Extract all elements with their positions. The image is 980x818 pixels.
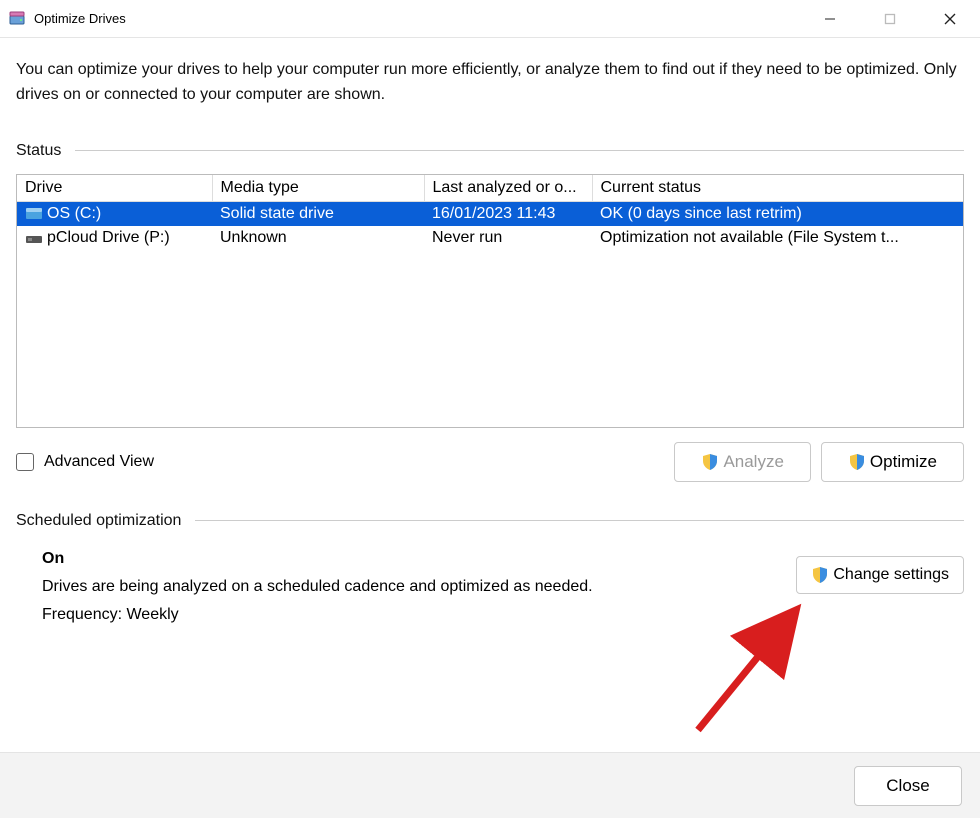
status-section-header: Status bbox=[16, 142, 964, 160]
footer: Close bbox=[0, 752, 980, 818]
change-settings-label: Change settings bbox=[833, 566, 949, 584]
drive-icon bbox=[25, 207, 43, 221]
close-icon bbox=[943, 12, 957, 26]
last-analyzed: 16/01/2023 11:43 bbox=[424, 201, 592, 226]
app-icon bbox=[8, 10, 26, 28]
schedule-desc: Drives are being analyzed on a scheduled… bbox=[42, 578, 796, 596]
shield-icon bbox=[701, 453, 719, 471]
col-media[interactable]: Media type bbox=[212, 175, 424, 202]
shield-icon bbox=[811, 566, 829, 584]
maximize-icon bbox=[884, 13, 896, 25]
media-type: Solid state drive bbox=[212, 201, 424, 226]
maximize-button[interactable] bbox=[860, 0, 920, 37]
advanced-view-label: Advanced View bbox=[44, 453, 154, 471]
change-settings-button[interactable]: Change settings bbox=[796, 556, 964, 594]
drives-table[interactable]: Drive Media type Last analyzed or o... C… bbox=[16, 174, 964, 428]
table-row[interactable]: pCloud Drive (P:) Unknown Never run Opti… bbox=[17, 226, 963, 250]
col-status[interactable]: Current status bbox=[592, 175, 963, 202]
col-last[interactable]: Last analyzed or o... bbox=[424, 175, 592, 202]
close-button[interactable]: Close bbox=[854, 766, 962, 806]
advanced-view-checkbox[interactable] bbox=[16, 453, 34, 471]
scheduled-section-header: Scheduled optimization bbox=[16, 512, 964, 530]
analyze-button[interactable]: Analyze bbox=[674, 442, 810, 482]
media-type: Unknown bbox=[212, 226, 424, 250]
close-window-button[interactable] bbox=[920, 0, 980, 37]
schedule-frequency: Frequency: Weekly bbox=[42, 606, 796, 624]
drive-name: OS (C:) bbox=[47, 205, 101, 223]
table-row[interactable]: OS (C:) Solid state drive 16/01/2023 11:… bbox=[17, 201, 963, 226]
analyze-label: Analyze bbox=[723, 452, 783, 472]
optimize-label: Optimize bbox=[870, 452, 937, 472]
drive-name: pCloud Drive (P:) bbox=[47, 229, 170, 247]
close-label: Close bbox=[886, 776, 929, 796]
titlebar: Optimize Drives bbox=[0, 0, 980, 38]
status-label: Status bbox=[16, 142, 61, 160]
window-title: Optimize Drives bbox=[34, 11, 800, 26]
current-status: OK (0 days since last retrim) bbox=[592, 201, 963, 226]
intro-text: You can optimize your drives to help you… bbox=[16, 58, 964, 108]
table-header-row: Drive Media type Last analyzed or o... C… bbox=[17, 175, 963, 202]
divider bbox=[75, 150, 964, 151]
current-status: Optimization not available (File System … bbox=[592, 226, 963, 250]
col-drive[interactable]: Drive bbox=[17, 175, 212, 202]
window-controls bbox=[800, 0, 980, 37]
minimize-icon bbox=[823, 12, 837, 26]
divider bbox=[195, 520, 964, 521]
schedule-info: On Drives are being analyzed on a schedu… bbox=[16, 550, 796, 624]
minimize-button[interactable] bbox=[800, 0, 860, 37]
scheduled-label: Scheduled optimization bbox=[16, 512, 181, 530]
shield-icon bbox=[848, 453, 866, 471]
schedule-state: On bbox=[42, 550, 796, 568]
optimize-button[interactable]: Optimize bbox=[821, 442, 964, 482]
last-analyzed: Never run bbox=[424, 226, 592, 250]
drive-icon bbox=[25, 231, 43, 245]
